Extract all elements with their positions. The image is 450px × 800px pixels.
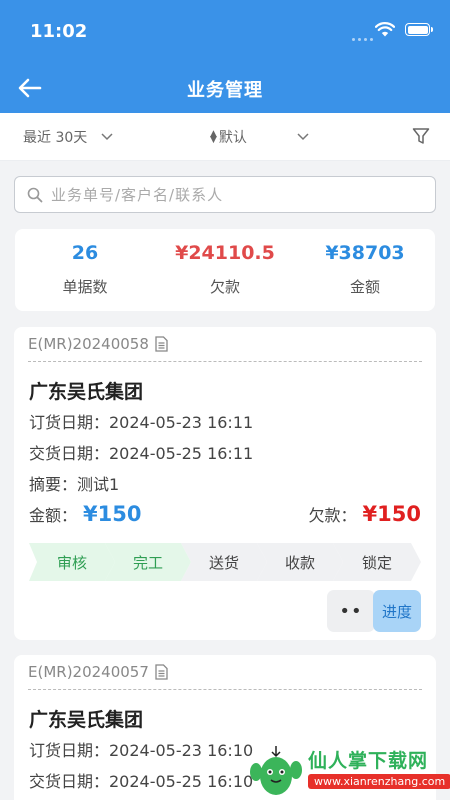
- summary-amount-value: ¥38703: [325, 242, 405, 264]
- status-time: 11:02: [30, 21, 88, 42]
- cactus-logo: [250, 746, 302, 795]
- period-filter[interactable]: 最近 30天: [23, 127, 113, 147]
- order-card[interactable]: E(MR)20240058 广东吴氏集团 订货日期：2024-05-23 16:…: [14, 327, 436, 640]
- wifi-icon: [375, 22, 395, 37]
- period-filter-label: 最近 30天: [23, 130, 88, 146]
- debt-group: 欠款： ¥150: [309, 502, 421, 526]
- step-lock[interactable]: 锁定: [333, 543, 421, 581]
- document-icon[interactable]: [155, 336, 168, 352]
- summary-amount: ¥38703 金额: [295, 229, 435, 311]
- summary-debt-value: ¥24110.5: [175, 242, 275, 264]
- customer-name: 广东吴氏集团: [29, 381, 144, 403]
- amount-group: 金额： ¥150: [29, 502, 141, 526]
- page-title: 业务管理: [187, 80, 263, 101]
- summary-card: 26 单据数 ¥24110.5 欠款 ¥38703 金额: [15, 229, 435, 311]
- order-number: E(MR)20240058: [28, 335, 168, 353]
- summary-debt-label: 欠款: [209, 278, 240, 296]
- amount-label: 金额：: [29, 506, 78, 525]
- watermark-url: www.xianrenzhang.com: [308, 774, 450, 789]
- delivery-date: 交货日期：2024-05-25 16:11: [29, 444, 254, 463]
- order-number-text: E(MR)20240057: [28, 663, 149, 681]
- more-button[interactable]: ••: [327, 590, 375, 632]
- order-date: 订货日期：2024-05-23 16:11: [29, 413, 254, 432]
- step-delivery[interactable]: 送货: [181, 543, 267, 581]
- order-number-text: E(MR)20240058: [28, 335, 149, 353]
- sort-filter-label: 默认: [218, 130, 247, 146]
- order-date: 订货日期：2024-05-23 16:10: [29, 741, 254, 760]
- chevron-down-icon: [297, 133, 309, 141]
- summary-count-label: 单据数: [62, 278, 108, 296]
- sort-filter[interactable]: ▲ ▼ 默认: [210, 127, 309, 147]
- search-box[interactable]: [14, 176, 436, 213]
- signal-dots-icon: [352, 38, 373, 41]
- search-area: [0, 161, 450, 213]
- summary-amount-label: 金额: [349, 278, 380, 296]
- watermark-text: 仙人掌下载网: [308, 750, 429, 772]
- chevron-down-icon: [101, 133, 113, 141]
- summary-count-value: 26: [71, 242, 99, 264]
- summary-debt: ¥24110.5 欠款: [155, 229, 295, 311]
- step-audit[interactable]: 审核: [29, 543, 115, 581]
- divider: [28, 361, 422, 362]
- watermark: 仙人掌下载网 www.xianrenzhang.com: [248, 742, 450, 800]
- step-complete[interactable]: 完工: [105, 543, 191, 581]
- order-summary: 摘要：测试1: [29, 475, 120, 494]
- debt-label: 欠款：: [308, 506, 357, 525]
- search-input[interactable]: [51, 185, 391, 204]
- app-header: 11:02 业务管理: [0, 0, 450, 113]
- progress-button[interactable]: 进度: [373, 590, 421, 632]
- document-icon[interactable]: [155, 664, 168, 680]
- status-bar: 11:02: [0, 0, 450, 66]
- battery-icon: [405, 23, 433, 36]
- step-payment[interactable]: 收款: [257, 543, 343, 581]
- progress-steps: 审核 完工 送货 收款 锁定: [29, 543, 421, 581]
- navbar: 业务管理: [0, 66, 450, 113]
- amount-value: ¥150: [83, 502, 142, 526]
- delivery-date: 交货日期：2024-05-25 16:10: [29, 772, 254, 791]
- filter-bar: 最近 30天 ▲ ▼ 默认: [0, 113, 450, 161]
- debt-value: ¥150: [362, 502, 421, 526]
- customer-name: 广东吴氏集团: [29, 709, 144, 731]
- amount-row: 金额： ¥150 欠款： ¥150: [29, 502, 421, 526]
- sort-icon: ▲ ▼: [210, 129, 217, 145]
- search-icon: [27, 187, 43, 202]
- divider: [28, 689, 422, 690]
- summary-count: 26 单据数: [15, 229, 155, 311]
- order-number: E(MR)20240057: [28, 663, 168, 681]
- funnel-icon[interactable]: [412, 127, 430, 145]
